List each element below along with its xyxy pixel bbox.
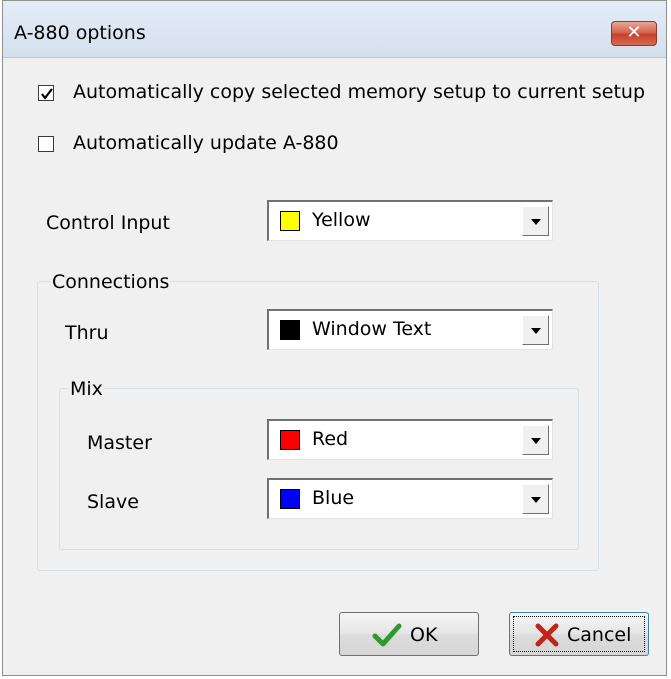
checkmark-icon [372, 623, 402, 647]
chevron-down-icon [531, 438, 541, 444]
auto-copy-label[interactable]: Automatically copy selected memory setup… [73, 81, 645, 103]
connections-group-label: Connections [51, 271, 171, 293]
chevron-down-icon [531, 497, 541, 503]
slave-combobox[interactable]: Blue [267, 478, 553, 519]
cancel-button[interactable]: Cancel [509, 612, 649, 656]
ok-label: OK [410, 624, 438, 646]
auto-update-label[interactable]: Automatically update A-880 [73, 132, 339, 154]
options-dialog: A-880 options ✕ Automatically copy selec… [2, 0, 667, 676]
chevron-down-icon [531, 219, 541, 225]
color-swatch [280, 430, 300, 450]
slave-value: Blue [312, 487, 355, 509]
ok-button[interactable]: OK [339, 612, 479, 656]
auto-update-checkbox[interactable] [38, 136, 54, 152]
cancel-label: Cancel [567, 624, 632, 646]
mix-group-label: Mix [69, 378, 104, 400]
auto-copy-checkbox[interactable] [38, 85, 54, 101]
chevron-down-icon [531, 328, 541, 334]
mix-group [59, 388, 579, 550]
master-combobox[interactable]: Red [267, 419, 553, 460]
control-input-combobox[interactable]: Yellow [267, 200, 553, 241]
control-input-label: Control Input [46, 212, 170, 234]
color-swatch [280, 211, 300, 231]
control-input-value: Yellow [312, 209, 371, 231]
thru-value: Window Text [312, 318, 432, 340]
slave-label: Slave [87, 491, 139, 513]
color-swatch [280, 320, 300, 340]
checkmark-icon [41, 88, 53, 100]
master-value: Red [312, 428, 349, 450]
cross-icon [535, 623, 559, 647]
close-button[interactable]: ✕ [611, 21, 657, 46]
color-swatch [280, 489, 300, 509]
dropdown-button[interactable] [522, 425, 549, 455]
thru-combobox[interactable]: Window Text [267, 309, 553, 350]
thru-label: Thru [65, 322, 109, 344]
title-bar[interactable]: A-880 options ✕ [3, 1, 666, 58]
dropdown-button[interactable] [522, 315, 549, 345]
master-label: Master [87, 432, 152, 454]
dropdown-button[interactable] [522, 484, 549, 514]
dropdown-button[interactable] [522, 206, 549, 236]
window-title: A-880 options [14, 22, 146, 44]
close-icon: ✕ [626, 22, 642, 43]
